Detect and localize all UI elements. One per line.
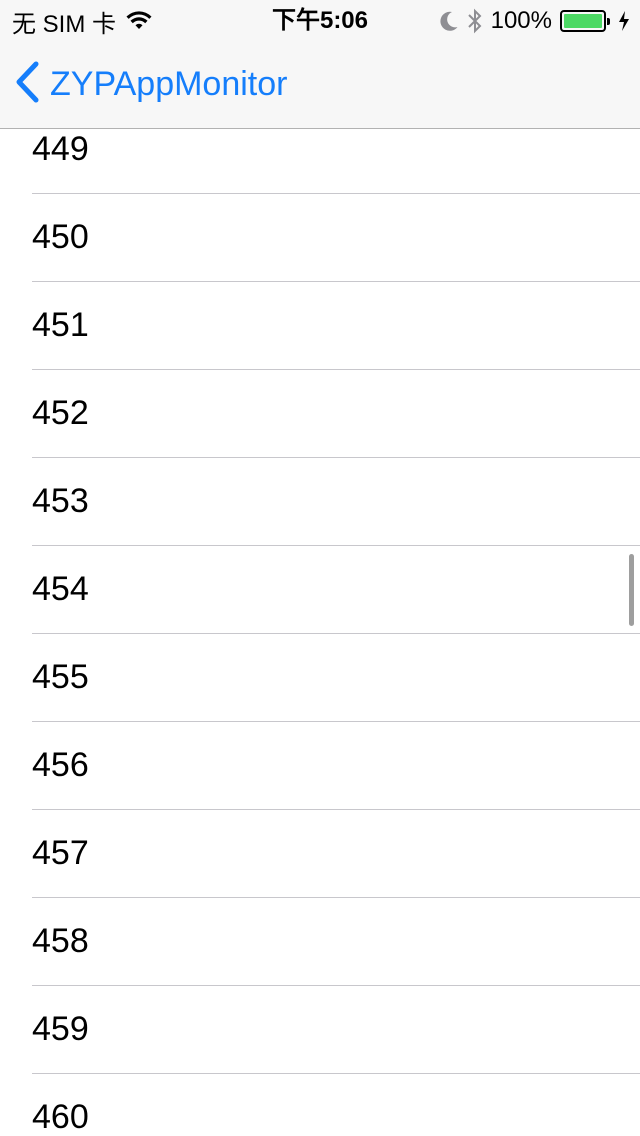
row-label: 451 [32, 306, 89, 344]
scroll-indicator[interactable] [629, 554, 634, 626]
table-row[interactable]: 453 [0, 458, 640, 546]
row-label: 457 [32, 834, 89, 872]
battery-fill [564, 14, 602, 28]
table-row[interactable]: 451 [0, 282, 640, 370]
table-row[interactable]: 458 [0, 898, 640, 986]
row-label: 450 [32, 218, 89, 256]
table-row[interactable]: 459 [0, 986, 640, 1074]
battery-cap [607, 18, 610, 25]
back-button[interactable]: ZYPAppMonitor [14, 61, 288, 108]
table-row[interactable]: 452 [0, 370, 640, 458]
screen: 449 450 451 452 453 454 455 456 457 458 459 460 无 S… [0, 0, 640, 1136]
table-row[interactable]: 455 [0, 634, 640, 722]
back-label: ZYPAppMonitor [50, 65, 288, 103]
row-label: 452 [32, 394, 89, 432]
table-view[interactable]: 449 450 451 452 453 454 455 456 457 458 459 460 [0, 0, 640, 1136]
row-label: 455 [32, 658, 89, 696]
row-label: 460 [32, 1098, 89, 1136]
status-bar: 无 SIM 卡 下午5:06 100% [0, 0, 640, 40]
row-label: 456 [32, 746, 89, 784]
table-row[interactable]: 454 [0, 546, 640, 634]
top-bar: 无 SIM 卡 下午5:06 100% ZYPAppMonitor [0, 0, 640, 129]
table-row[interactable]: 450 [0, 194, 640, 282]
battery-percent: 100% [490, 7, 552, 34]
table-row[interactable]: 460 [0, 1074, 640, 1136]
row-label: 453 [32, 482, 89, 520]
row-label: 454 [32, 570, 89, 608]
row-label: 458 [32, 922, 89, 960]
table-row[interactable]: 456 [0, 722, 640, 810]
charging-bolt-icon [618, 11, 630, 31]
navigation-bar: ZYPAppMonitor [0, 40, 640, 128]
battery-icon [560, 10, 610, 32]
row-label: 459 [32, 1010, 89, 1048]
status-right: 100% [439, 7, 630, 35]
bluetooth-icon [467, 8, 483, 34]
chevron-left-icon [14, 61, 40, 108]
table-row[interactable]: 457 [0, 810, 640, 898]
moon-icon [439, 10, 459, 32]
